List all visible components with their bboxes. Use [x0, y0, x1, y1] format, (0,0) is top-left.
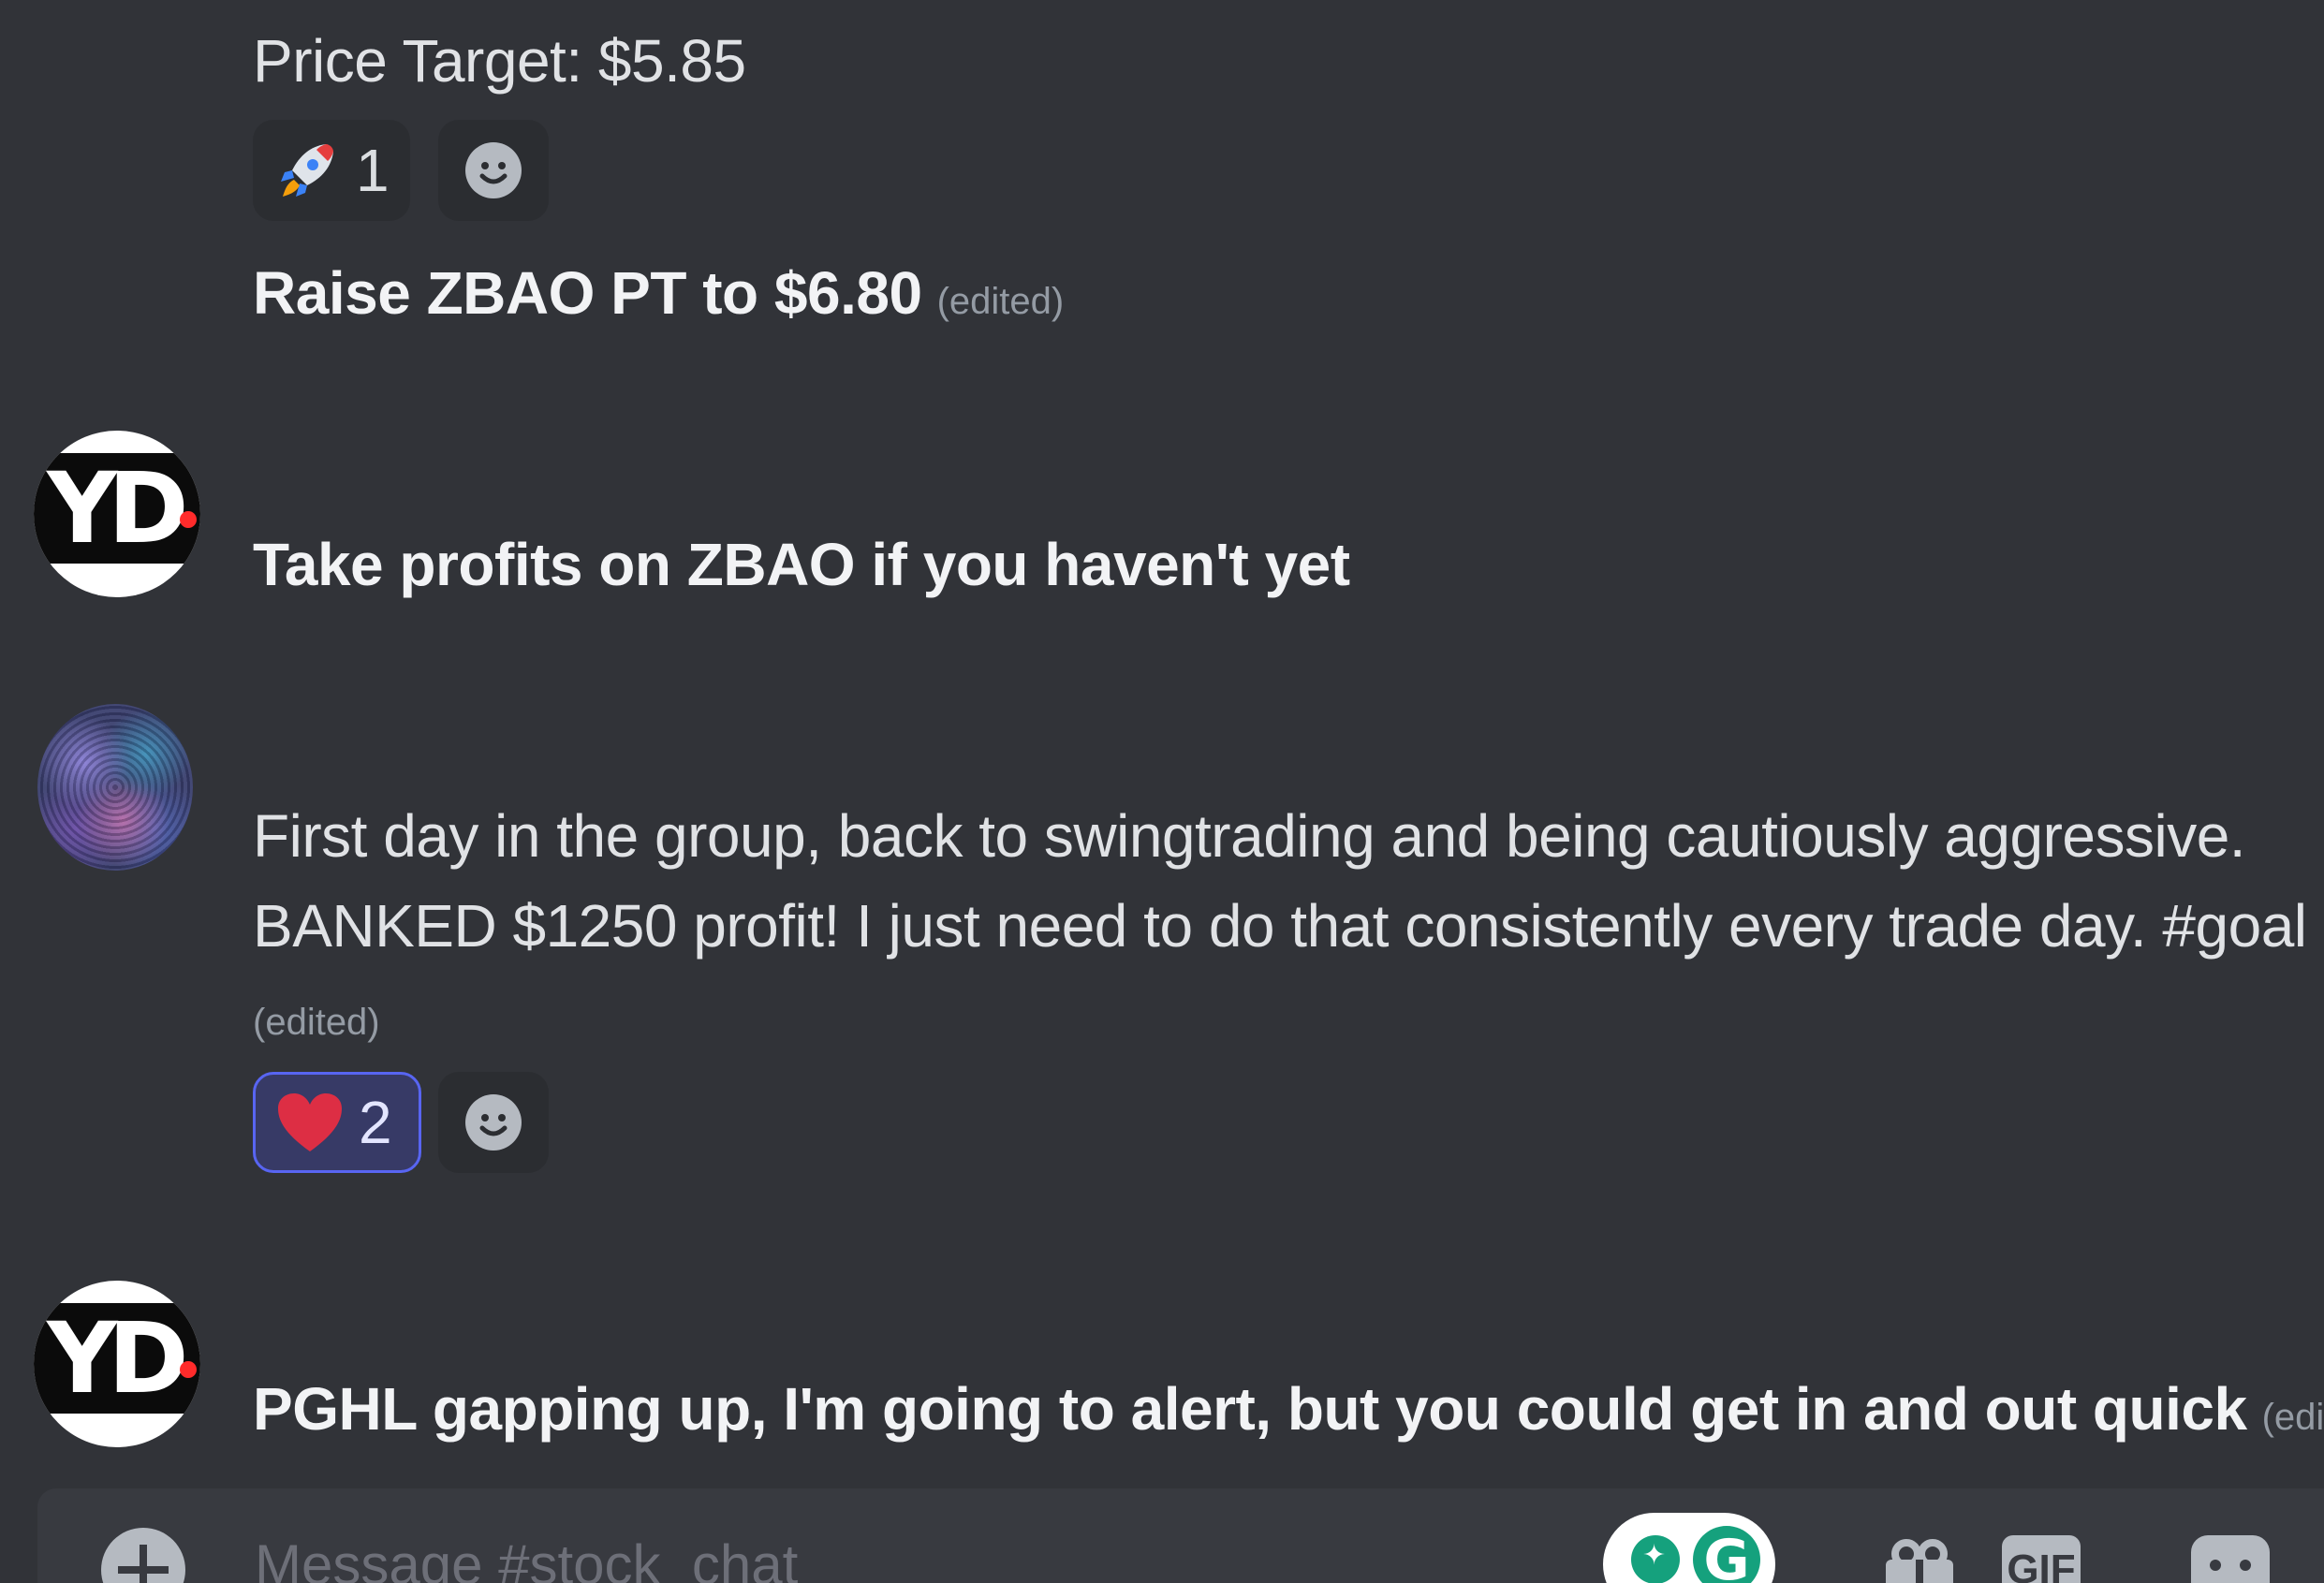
- smiley-icon: [465, 142, 522, 198]
- edited-label: (edited): [936, 281, 1065, 322]
- nebula-photo-avatar[interactable]: [37, 704, 193, 871]
- message-content: Price Target: $5.85: [253, 27, 746, 95]
- message-text: PGHL gapping up, I'm going to alert, but…: [253, 1375, 2247, 1443]
- status-dot: [180, 1361, 197, 1378]
- edited-label: (edited): [253, 1002, 380, 1043]
- sticker-icon[interactable]: [2191, 1535, 2270, 1583]
- add-reaction-button[interactable]: [438, 120, 549, 221]
- message-input[interactable]: [253, 1526, 1567, 1583]
- message-content: Raise ZBAO PT to $6.80 (edited): [253, 258, 1064, 328]
- sticker-eye: [2210, 1560, 2221, 1571]
- message-content: Take profits on ZBAO if you haven't yet: [253, 531, 1350, 598]
- grammarly-spark-icon: [1631, 1535, 1680, 1583]
- smiley-icon: [465, 1094, 522, 1151]
- reaction-count: 1: [356, 137, 390, 204]
- status-dot: [180, 511, 197, 528]
- user-avatar[interactable]: YD: [34, 1281, 200, 1447]
- yd-logo-avatar: YD: [47, 451, 189, 565]
- rocket-icon: [281, 144, 333, 197]
- grammarly-icon: G: [1693, 1526, 1760, 1583]
- message-content-line1: First day in the group, back to swingtra…: [253, 802, 2246, 870]
- message-content-line2: BANKED $1250 profit! I just need to do t…: [253, 892, 2307, 960]
- message-text: Raise ZBAO PT to $6.80: [253, 259, 922, 327]
- message-list: Price Target: $5.85 1 Raise ZBAO PT to $…: [0, 0, 2324, 1488]
- sticker-eye: [2240, 1560, 2251, 1571]
- message-content: PGHL gapping up, I'm going to alert, but…: [253, 1374, 2324, 1444]
- reaction-heart[interactable]: 2: [253, 1072, 421, 1173]
- user-avatar[interactable]: YD: [34, 431, 200, 597]
- gift-icon[interactable]: [1880, 1535, 1959, 1583]
- reaction-rocket[interactable]: 1: [253, 120, 410, 221]
- reaction-count: 2: [359, 1089, 392, 1156]
- yd-logo-avatar: YD: [47, 1301, 189, 1415]
- gif-button[interactable]: GIF: [2002, 1535, 2081, 1583]
- grammarly-button[interactable]: G: [1603, 1513, 1775, 1583]
- message-composer: G GIF: [37, 1488, 2324, 1583]
- upload-plus-icon[interactable]: [101, 1528, 185, 1583]
- edited-label: (edited): [2261, 1397, 2324, 1438]
- add-reaction-button[interactable]: [438, 1072, 549, 1173]
- heart-icon: [278, 1093, 342, 1151]
